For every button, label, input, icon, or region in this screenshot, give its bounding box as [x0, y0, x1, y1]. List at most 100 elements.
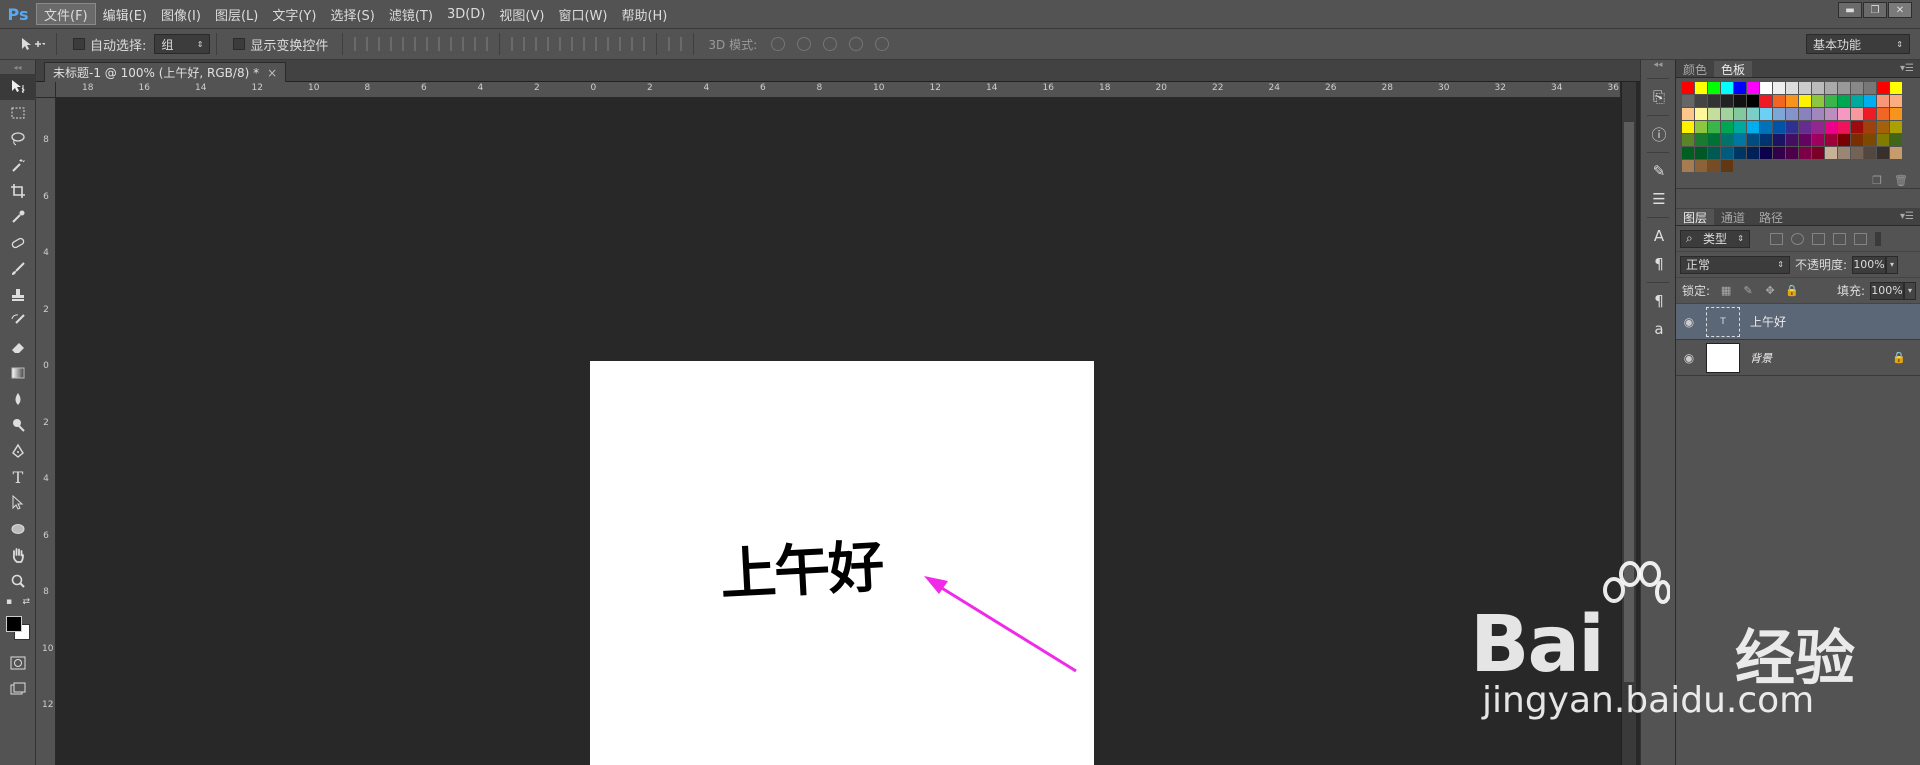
dodge-tool[interactable]: [0, 412, 36, 438]
swatch[interactable]: [1786, 121, 1798, 133]
swatch[interactable]: [1695, 134, 1707, 146]
character-styles-icon[interactable]: a: [1641, 315, 1677, 343]
swatch[interactable]: [1799, 95, 1811, 107]
document-tab[interactable]: 未标题-1 @ 100% (上午好, RGB/8) * ×: [44, 62, 287, 82]
foreground-color[interactable]: [6, 616, 22, 632]
hand-tool[interactable]: [0, 542, 36, 568]
screen-mode-button[interactable]: [0, 676, 36, 702]
auto-select-checkbox[interactable]: [73, 38, 85, 50]
swatch[interactable]: [1838, 82, 1850, 94]
filter-toggle[interactable]: [1875, 231, 1881, 246]
menu-layer[interactable]: 图层(L): [208, 3, 265, 25]
swatch[interactable]: [1708, 108, 1720, 120]
swatch[interactable]: [1760, 108, 1772, 120]
swatch[interactable]: [1877, 121, 1889, 133]
swatch[interactable]: [1721, 108, 1733, 120]
swatch[interactable]: [1799, 121, 1811, 133]
swatch[interactable]: [1825, 134, 1837, 146]
minimize-button[interactable]: ▬: [1838, 2, 1862, 18]
swatch[interactable]: [1825, 82, 1837, 94]
swatch[interactable]: [1851, 134, 1863, 146]
paragraph-styles-icon[interactable]: ¶: [1641, 287, 1677, 315]
swatch[interactable]: [1682, 95, 1694, 107]
swatch[interactable]: [1890, 121, 1902, 133]
swatch[interactable]: [1877, 147, 1889, 159]
blur-tool[interactable]: [0, 386, 36, 412]
lock-position-icon[interactable]: ✥: [1764, 284, 1776, 297]
swatch[interactable]: [1708, 134, 1720, 146]
path-selection-tool[interactable]: [0, 490, 36, 516]
dock-collapse-icon[interactable]: ◂◂: [1641, 60, 1675, 74]
menu-select[interactable]: 选择(S): [323, 3, 381, 25]
swatch[interactable]: [1851, 95, 1863, 107]
filter-type-icon[interactable]: [1812, 232, 1825, 245]
swatch[interactable]: [1695, 82, 1707, 94]
swatch[interactable]: [1838, 147, 1850, 159]
layer-filter-dropdown[interactable]: ⌕ 类型 ⇕: [1680, 229, 1750, 248]
3d-roll-icon[interactable]: [797, 37, 812, 51]
color-swap-controls[interactable]: ▪ ⇄: [0, 594, 36, 610]
vertical-ruler[interactable]: 8 6 4 2 0 2 4 6 8 10 12: [36, 98, 56, 765]
layer-row-text[interactable]: ◉ T 上午好: [1676, 304, 1920, 340]
layer-row-background[interactable]: ◉ 背景 🔒: [1676, 340, 1920, 376]
lock-image-icon[interactable]: ✎: [1742, 284, 1754, 297]
swatch[interactable]: [1721, 121, 1733, 133]
history-brush-tool[interactable]: [0, 308, 36, 334]
swatch[interactable]: [1812, 108, 1824, 120]
zoom-tool[interactable]: [0, 568, 36, 594]
close-tab-icon[interactable]: ×: [267, 66, 277, 80]
swatch[interactable]: [1721, 95, 1733, 107]
visibility-eye-icon[interactable]: ◉: [1676, 315, 1702, 329]
menu-view[interactable]: 视图(V): [492, 3, 551, 25]
canvas-area[interactable]: 上午好: [56, 98, 1636, 765]
swatch[interactable]: [1799, 108, 1811, 120]
paragraph-panel-icon[interactable]: ¶: [1641, 250, 1677, 278]
panel-menu-icon[interactable]: ▾☰: [1900, 63, 1914, 74]
restore-button[interactable]: ❐: [1863, 2, 1887, 18]
swatch[interactable]: [1721, 82, 1733, 94]
swatch[interactable]: [1747, 121, 1759, 133]
swatch[interactable]: [1877, 134, 1889, 146]
opacity-input[interactable]: 100%: [1852, 255, 1887, 274]
align-left-icon[interactable]: [426, 37, 441, 51]
trash-icon[interactable]: 🗑: [1894, 174, 1908, 187]
swatch[interactable]: [1734, 108, 1746, 120]
swatch[interactable]: [1890, 134, 1902, 146]
swatch[interactable]: [1747, 95, 1759, 107]
swatch[interactable]: [1760, 95, 1772, 107]
menu-3d[interactable]: 3D(D): [440, 3, 492, 25]
swatch[interactable]: [1695, 95, 1707, 107]
swatch[interactable]: [1864, 147, 1876, 159]
swatch[interactable]: [1851, 108, 1863, 120]
swatch[interactable]: [1773, 134, 1785, 146]
3d-drag-icon[interactable]: [823, 37, 838, 51]
swatch[interactable]: [1838, 95, 1850, 107]
swatch[interactable]: [1838, 108, 1850, 120]
eraser-tool[interactable]: [0, 334, 36, 360]
swatch[interactable]: [1682, 160, 1694, 172]
ruler-origin[interactable]: [36, 82, 56, 98]
color-picker-swatches[interactable]: [0, 610, 35, 650]
swatch[interactable]: [1747, 82, 1759, 94]
swatch[interactable]: [1773, 121, 1785, 133]
swatch[interactable]: [1734, 95, 1746, 107]
distribute-left-icon[interactable]: [583, 37, 598, 51]
workspace-dropdown[interactable]: 基本功能 ⇕: [1806, 34, 1910, 54]
layer-name[interactable]: 背景: [1750, 350, 1772, 366]
swatch[interactable]: [1864, 95, 1876, 107]
swatch[interactable]: [1682, 121, 1694, 133]
pen-tool[interactable]: [0, 438, 36, 464]
swatch[interactable]: [1682, 147, 1694, 159]
swatch[interactable]: [1760, 147, 1772, 159]
tab-layers[interactable]: 图层: [1676, 209, 1715, 225]
ellipse-tool[interactable]: [0, 516, 36, 542]
menu-image[interactable]: 图像(I): [154, 3, 208, 25]
swatch[interactable]: [1877, 95, 1889, 107]
quick-mask-button[interactable]: [0, 650, 36, 676]
auto-align-icon[interactable]: [668, 37, 683, 51]
swatch[interactable]: [1773, 95, 1785, 107]
tab-swatches[interactable]: 色板: [1714, 61, 1753, 77]
swatch[interactable]: [1851, 121, 1863, 133]
swatch[interactable]: [1721, 147, 1733, 159]
swatch[interactable]: [1682, 108, 1694, 120]
